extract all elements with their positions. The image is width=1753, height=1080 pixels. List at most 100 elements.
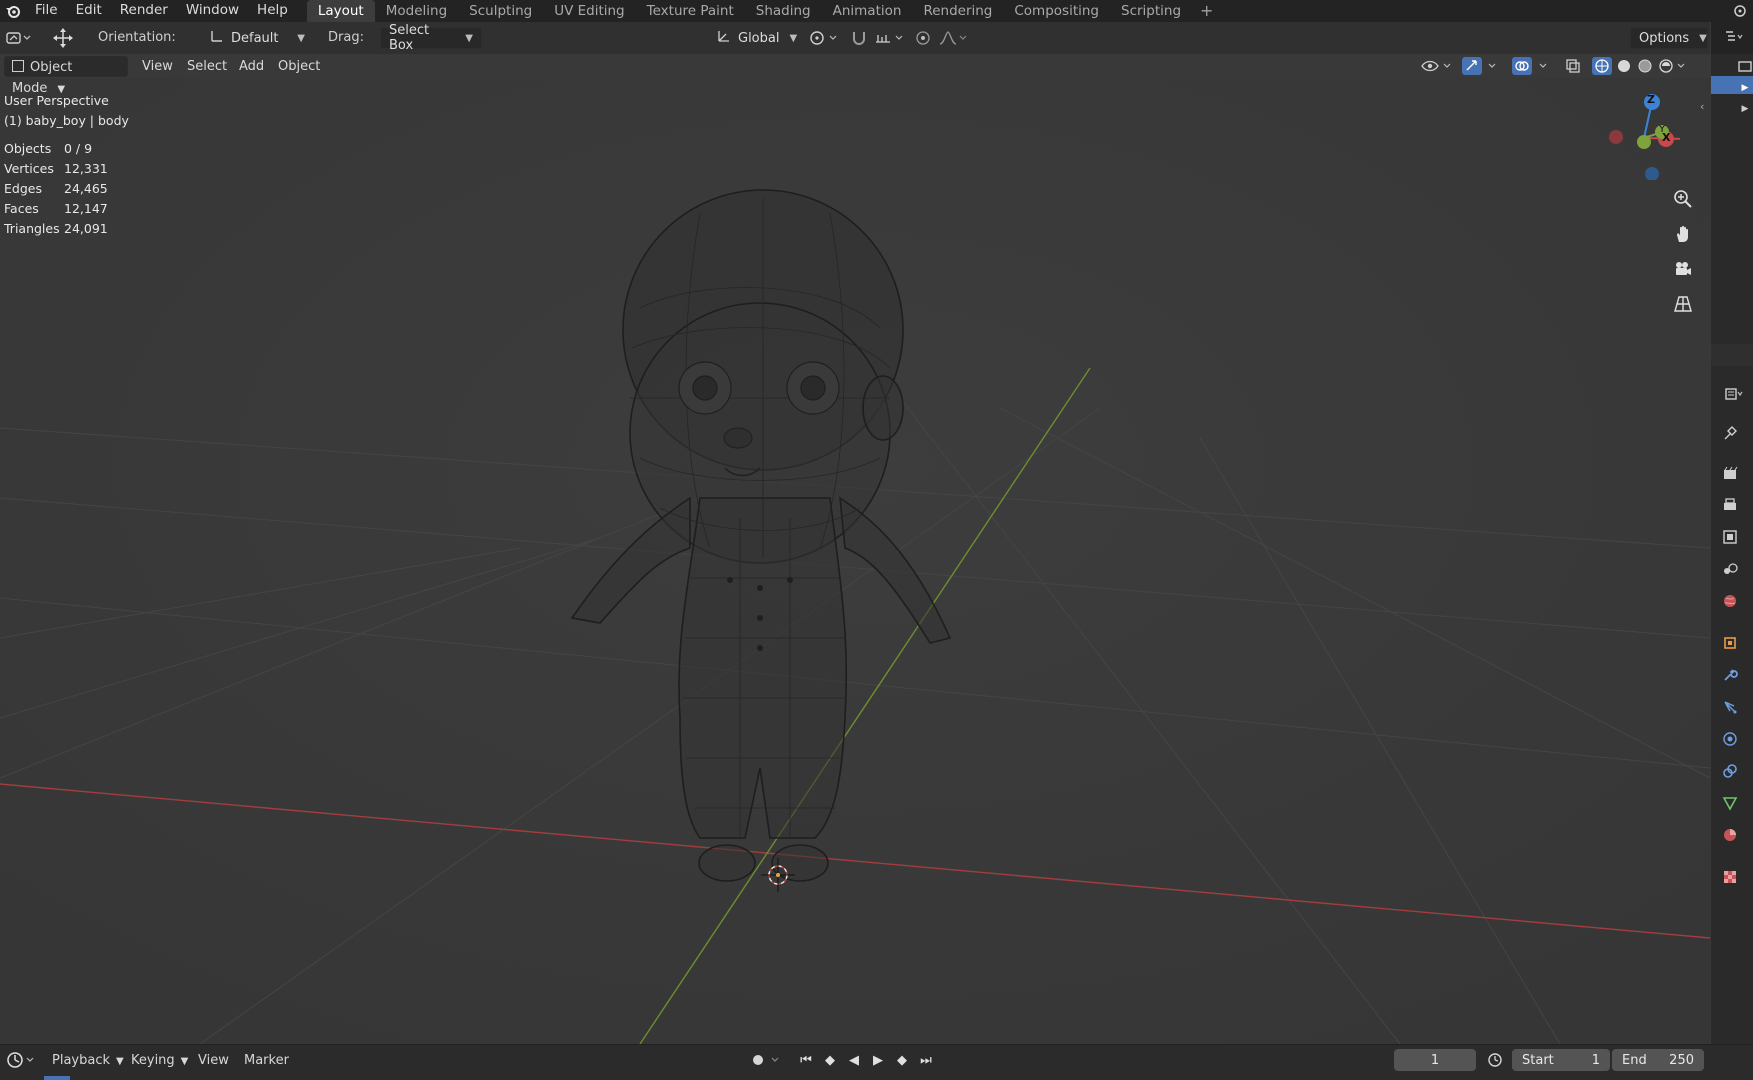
3d-viewport[interactable]: [0, 78, 1710, 1044]
texture-checker-icon[interactable]: [1718, 865, 1742, 889]
jump-to-start-icon[interactable]: ⏮: [796, 1049, 816, 1071]
outliner-expand-arrow-icon[interactable]: ▶: [1733, 97, 1753, 121]
jump-to-next-keyframe-icon[interactable]: ◆: [892, 1049, 912, 1071]
chevron-down-icon: ▼: [180, 1056, 189, 1067]
object-properties-icon[interactable]: [1718, 631, 1742, 655]
scene-icon[interactable]: [1729, 0, 1751, 22]
snap-magnet-icon[interactable]: [846, 27, 872, 49]
play-reverse-icon[interactable]: ◀: [844, 1049, 864, 1071]
proportional-editing-icon[interactable]: [910, 27, 936, 49]
timeline-keying-menu[interactable]: Keying ▼: [131, 1050, 188, 1072]
start-frame-field[interactable]: Start 1: [1512, 1049, 1610, 1071]
tab-layout[interactable]: Layout: [306, 0, 375, 22]
gizmo-toggle-icon[interactable]: [1460, 55, 1500, 77]
editor-type-icon[interactable]: [6, 27, 32, 49]
preview-range-clock-icon[interactable]: [1482, 1049, 1508, 1071]
start-label: Start: [1522, 1052, 1554, 1068]
timeline-view-menu[interactable]: View: [198, 1050, 229, 1072]
shading-mode-buttons[interactable]: [1590, 55, 1690, 77]
end-value: 250: [1669, 1052, 1694, 1068]
end-frame-field[interactable]: End 250: [1612, 1049, 1704, 1071]
tab-modeling[interactable]: Modeling: [375, 0, 458, 22]
menu-object[interactable]: Object: [271, 56, 327, 77]
pan-hand-icon[interactable]: [1668, 219, 1698, 249]
orientation-dropdown[interactable]: Default ▼: [201, 27, 313, 49]
object-data-mesh-icon[interactable]: [1718, 791, 1742, 815]
perspective-grid-icon[interactable]: [1668, 289, 1698, 319]
timeline-editor-type-icon[interactable]: [4, 1049, 40, 1071]
object-mode-icon: [12, 60, 24, 72]
menu-window[interactable]: Window: [177, 0, 248, 22]
chevron-down-icon: ▼: [1699, 32, 1707, 44]
chevron-down-icon: ▼: [116, 1056, 124, 1067]
transform-value: Global: [738, 30, 780, 46]
current-frame-value: 1: [1430, 1052, 1440, 1068]
properties-editor-icon[interactable]: [1722, 382, 1746, 406]
tab-animation[interactable]: Animation: [822, 0, 913, 22]
outliner-editor-icon[interactable]: [1722, 25, 1746, 49]
menu-add[interactable]: Add: [232, 56, 271, 77]
tab-compositing[interactable]: Compositing: [1003, 0, 1110, 22]
jump-to-prev-keyframe-icon[interactable]: ◆: [820, 1049, 840, 1071]
output-properties-icon[interactable]: [1718, 493, 1742, 517]
viewport-grid: [0, 78, 1710, 1044]
tab-scripting[interactable]: Scripting: [1110, 0, 1192, 22]
falloff-curve-icon[interactable]: [936, 27, 970, 49]
blender-logo-icon[interactable]: [0, 0, 26, 22]
pivot-point-icon[interactable]: [806, 27, 840, 49]
tab-sculpting[interactable]: Sculpting: [458, 0, 543, 22]
tool-properties-icon[interactable]: [1718, 421, 1742, 445]
xray-toggle-icon[interactable]: [1560, 55, 1586, 77]
play-icon[interactable]: ▶: [868, 1049, 888, 1071]
zoom-icon[interactable]: [1668, 184, 1698, 214]
scene-properties-icon[interactable]: [1718, 557, 1742, 581]
stat-faces: Faces 12,147: [4, 201, 108, 216]
auto-keying-record-icon[interactable]: [746, 1049, 786, 1071]
constraints-icon[interactable]: [1718, 759, 1742, 783]
outliner-filter-icon[interactable]: [1733, 54, 1753, 78]
chevron-down-icon: ▼: [465, 32, 473, 44]
world-properties-icon[interactable]: [1718, 589, 1742, 613]
orientation-value: Default: [231, 30, 279, 46]
snap-increment-icon[interactable]: [872, 27, 906, 49]
stat-triangles: Triangles 24,091: [4, 221, 108, 236]
end-label: End: [1622, 1052, 1647, 1068]
camera-view-icon[interactable]: [1668, 254, 1698, 284]
top-menubar: File Edit Render Window Help Layout Mode…: [0, 0, 1753, 22]
transform-orientation-dropdown[interactable]: Global ▼: [708, 27, 800, 49]
physics-icon[interactable]: [1718, 727, 1742, 751]
render-properties-icon[interactable]: [1718, 461, 1742, 485]
menu-view[interactable]: View: [135, 56, 180, 77]
menu-edit[interactable]: Edit: [67, 0, 111, 22]
menu-select[interactable]: Select: [180, 56, 234, 77]
menu-file[interactable]: File: [26, 0, 67, 22]
timeline-marker-menu[interactable]: Marker: [244, 1050, 289, 1072]
timeline-playback-menu[interactable]: Playback ▼: [52, 1050, 124, 1072]
drag-dropdown[interactable]: Select Box ▼: [380, 23, 482, 53]
menu-help[interactable]: Help: [248, 0, 297, 22]
chevron-down-icon: ▼: [297, 32, 305, 44]
mode-dropdown[interactable]: Object Mode ▼: [4, 56, 128, 96]
view-layer-properties-icon[interactable]: [1718, 525, 1742, 549]
material-icon[interactable]: [1718, 823, 1742, 847]
jump-to-end-icon[interactable]: ⏭: [916, 1049, 936, 1071]
drag-value: Select Box: [389, 23, 430, 53]
visibility-eye-icon[interactable]: [1418, 55, 1454, 77]
current-frame-field[interactable]: 1: [1394, 1049, 1476, 1071]
sidebar-toggle-arrow-icon[interactable]: ‹: [1700, 100, 1704, 113]
particles-icon[interactable]: [1718, 695, 1742, 719]
tab-rendering[interactable]: Rendering: [912, 0, 1003, 22]
start-value: 1: [1591, 1052, 1600, 1068]
options-dropdown[interactable]: Options ▼: [1630, 27, 1708, 49]
overlays-toggle-icon[interactable]: [1510, 55, 1552, 77]
move-tool-icon[interactable]: [50, 27, 76, 49]
modifier-wrench-icon[interactable]: [1718, 663, 1742, 687]
workspace-tabs: Layout Modeling Sculpting UV Editing Tex…: [306, 0, 1222, 22]
tab-shading[interactable]: Shading: [745, 0, 822, 22]
tab-texture-paint[interactable]: Texture Paint: [636, 0, 745, 22]
menu-render[interactable]: Render: [111, 0, 177, 22]
tab-uv-editing[interactable]: UV Editing: [543, 0, 635, 22]
navigation-gizmo[interactable]: Z Y X: [1600, 90, 1689, 181]
add-workspace-button[interactable]: +: [1192, 0, 1221, 22]
chevron-down-icon: ▼: [789, 32, 798, 44]
